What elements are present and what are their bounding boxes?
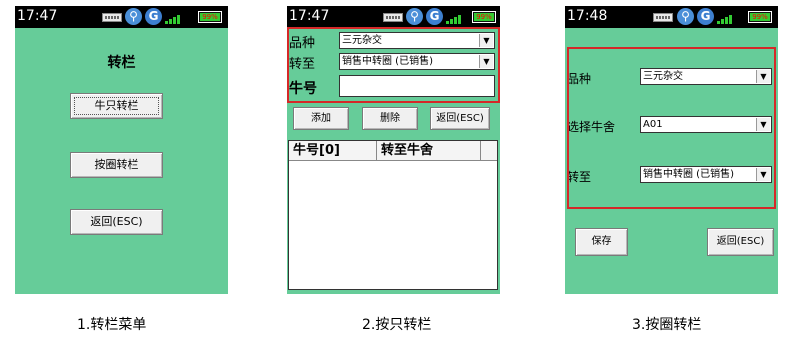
- status-bar: 17:47 ⚲ G 99%: [287, 6, 500, 28]
- battery-label: 99%: [752, 13, 768, 21]
- screen-transfer-by-cattle: 17:47 ⚲ G 99% 品种 三元杂交 ▼ 转至 销售中转圈 (已销售) ▼…: [287, 6, 500, 294]
- column-cattle-no[interactable]: 牛号[0]: [289, 141, 377, 161]
- screen-pen-transfer-menu: 17:47 ⚲ G 99% 转栏 牛只转栏 按圈转栏 返回(ESC): [15, 6, 228, 294]
- status-time: 17:47: [289, 8, 330, 24]
- status-bar: 17:47 ⚲ G 99%: [15, 6, 228, 28]
- keyboard-icon[interactable]: [102, 13, 122, 22]
- caption-1: 1.转栏菜单: [77, 317, 147, 333]
- pen-transfer-button[interactable]: 按圈转栏: [70, 152, 163, 178]
- battery-icon: 99%: [472, 11, 496, 23]
- g-network-icon: G: [426, 8, 443, 25]
- delete-button[interactable]: 删除: [362, 107, 418, 130]
- usb-icon: ⚲: [677, 8, 694, 25]
- keyboard-icon[interactable]: [653, 13, 673, 22]
- signal-icon: [717, 11, 735, 24]
- back-button[interactable]: 返回(ESC): [707, 228, 774, 256]
- signal-icon: [446, 11, 464, 24]
- usb-icon: ⚲: [406, 8, 423, 25]
- status-bar: 17:48 ⚲ G 99%: [565, 6, 778, 28]
- page-title: 转栏: [107, 55, 136, 71]
- battery-icon: 99%: [748, 11, 772, 23]
- transfer-list[interactable]: 牛号[0] 转至牛舍: [288, 140, 498, 290]
- status-time: 17:48: [567, 8, 608, 24]
- back-button[interactable]: 返回(ESC): [430, 107, 490, 130]
- battery-label: 99%: [202, 13, 218, 21]
- g-network-icon: G: [697, 8, 714, 25]
- caption-2: 2.按只转栏: [362, 317, 432, 333]
- g-network-icon: G: [145, 8, 162, 25]
- highlight-box: [287, 27, 500, 103]
- back-button[interactable]: 返回(ESC): [70, 209, 163, 235]
- battery-icon: 99%: [198, 11, 222, 23]
- caption-3: 3.按圈转栏: [632, 317, 702, 333]
- screen-transfer-by-pen: 17:48 ⚲ G 99% 品种 三元杂交 ▼ 选择牛舍 A01 ▼ 转至 销售…: [565, 6, 778, 294]
- keyboard-icon[interactable]: [383, 13, 403, 22]
- highlight-box: [567, 47, 776, 209]
- usb-icon: ⚲: [125, 8, 142, 25]
- cattle-transfer-button[interactable]: 牛只转栏: [70, 93, 163, 119]
- add-button[interactable]: 添加: [293, 107, 349, 130]
- status-time: 17:47: [17, 8, 58, 24]
- column-target-barn[interactable]: 转至牛舍: [377, 141, 481, 161]
- save-button[interactable]: 保存: [575, 228, 628, 256]
- battery-label: 99%: [476, 13, 492, 21]
- signal-icon: [165, 11, 183, 24]
- list-header: 牛号[0] 转至牛舍: [289, 141, 497, 161]
